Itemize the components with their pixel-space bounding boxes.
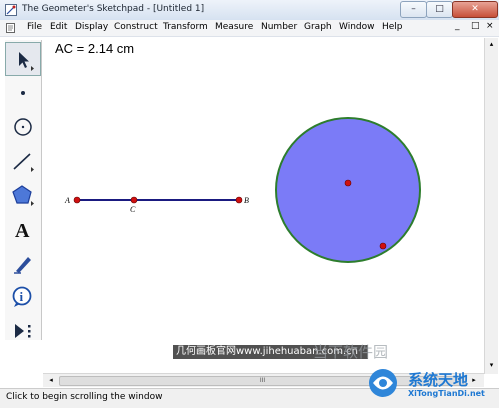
menu-file[interactable]: File — [27, 22, 42, 32]
point-icon — [21, 91, 25, 95]
measurement-label[interactable]: AC = 2.14 cm — [55, 41, 134, 56]
document-minimize-button[interactable]: _ — [455, 21, 460, 31]
information-tool[interactable]: i — [5, 280, 41, 314]
window-title: The Geometer's Sketchpad - [Untitled 1] — [22, 4, 205, 14]
watermark-xitong-url: XiTongTianDi.net — [408, 389, 485, 398]
menu-transform[interactable]: Transform — [163, 22, 208, 32]
menu-measure[interactable]: Measure — [215, 22, 253, 32]
svg-text:A: A — [15, 220, 30, 240]
compass-tool[interactable] — [5, 110, 41, 144]
point-tool[interactable] — [5, 76, 41, 110]
text-a-icon: A — [15, 220, 30, 240]
sketchpad-app-icon — [5, 4, 17, 16]
close-button[interactable]: ✕ — [452, 1, 498, 18]
marker-pen-icon — [14, 257, 31, 274]
arrow-icon — [19, 52, 34, 71]
polygon-icon — [12, 185, 34, 206]
sketchpad-window: The Geometer's Sketchpad - [Untitled 1] … — [0, 0, 499, 408]
straightedge-tool[interactable] — [5, 144, 41, 178]
menu-construct[interactable]: Construct — [114, 22, 158, 32]
vertical-scrollbar[interactable]: ▴ ▾ — [484, 38, 498, 374]
polygon-tool[interactable] — [5, 178, 41, 212]
custom-tool[interactable] — [5, 314, 41, 348]
menu-help[interactable]: Help — [382, 22, 403, 32]
menu-display[interactable]: Display — [75, 22, 108, 32]
info-icon: i — [12, 286, 32, 307]
svg-text:i: i — [20, 289, 24, 304]
marker-tool[interactable] — [5, 246, 41, 280]
menu-window[interactable]: Window — [339, 22, 375, 32]
scroll-left-arrow[interactable]: ◂ — [45, 374, 57, 387]
watermark-dx-text: 当下软件园 — [313, 343, 389, 361]
menu-edit[interactable]: Edit — [50, 22, 67, 32]
menu-bar: File Edit Display Construct Transform Me… — [0, 20, 499, 37]
menu-number[interactable]: Number — [261, 22, 297, 32]
minimize-button[interactable]: – — [400, 1, 427, 18]
text-tool[interactable]: A — [5, 212, 41, 246]
straightedge-icon — [13, 153, 34, 172]
scroll-up-arrow[interactable]: ▴ — [485, 38, 498, 51]
toolbox: A i — [5, 40, 42, 340]
compass-circle-icon — [14, 118, 32, 136]
menu-graph[interactable]: Graph — [304, 22, 332, 32]
document-close-button[interactable]: × — [486, 21, 494, 31]
watermark-xitong-title: 系统天地 — [408, 371, 469, 389]
custom-tool-icon — [15, 324, 31, 338]
document-icon[interactable] — [6, 23, 15, 33]
title-bar: The Geometer's Sketchpad - [Untitled 1] … — [0, 0, 499, 21]
document-maximize-button[interactable]: □ — [471, 21, 480, 31]
maximize-button[interactable]: □ — [426, 1, 453, 18]
sketch-canvas[interactable] — [43, 38, 483, 372]
arrow-select-tool[interactable] — [5, 42, 41, 76]
status-text: Click to begin scrolling the window — [6, 392, 163, 402]
